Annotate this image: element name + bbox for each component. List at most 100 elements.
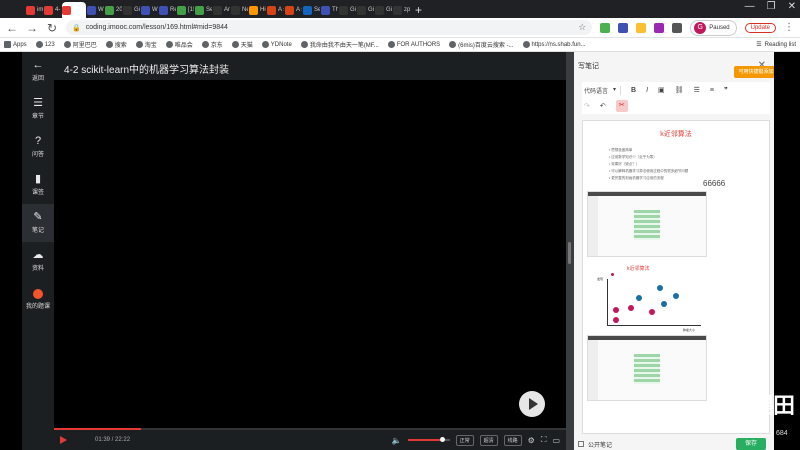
bookmark-favicon-icon	[201, 41, 209, 48]
browser-tab[interactable]: [1!	[177, 2, 194, 18]
extension-icon[interactable]	[600, 22, 611, 33]
extension-icon[interactable]	[636, 22, 647, 33]
bookmark-item[interactable]: 阿里巴巴	[63, 40, 97, 49]
new-tab-button[interactable]: +	[415, 2, 422, 18]
bookmark-item[interactable]: 搜索	[105, 40, 127, 49]
sidebar-item-label: 课签	[31, 190, 44, 196]
sidebar-item-tags[interactable]: ▮ 课签	[22, 166, 54, 204]
tab-favicon-icon	[177, 5, 186, 15]
splitter-grip[interactable]	[568, 242, 571, 264]
clear-format-icon[interactable]: ✂	[615, 100, 628, 112]
browser-tab[interactable]	[62, 2, 86, 18]
sidebar-item-back[interactable]: ← 返回	[22, 52, 54, 90]
numbered-list-icon[interactable]: ≡	[710, 87, 714, 94]
browser-tab[interactable]: Wi	[141, 2, 158, 18]
bookmark-star-icon[interactable]: ☆	[578, 22, 586, 33]
bookmark-item[interactable]: 我命由我不由天一笔(MF...	[300, 40, 379, 49]
update-button[interactable]: Update	[744, 22, 776, 33]
close-icon[interactable]: ✕	[788, 1, 796, 12]
sidebar-item-qa[interactable]: ? 问答	[22, 128, 54, 166]
save-note-button[interactable]: 保存	[736, 438, 766, 450]
video-player[interactable]: 4-2 scikit-learn中的机器学习算法封装 01:39 / 22:22…	[54, 52, 566, 450]
reading-list-button[interactable]: ☰ Reading list	[756, 41, 796, 49]
undo-icon[interactable]: ↶	[600, 102, 606, 110]
browser-tab[interactable]: Git	[339, 2, 356, 18]
maximize-icon[interactable]: ❐	[767, 1, 776, 12]
address-bar[interactable]: 🔒 coding.imooc.com/lesson/169.html#mid=9…	[66, 20, 593, 35]
extension-icon[interactable]	[654, 22, 665, 33]
browser-tab[interactable]: An	[213, 2, 230, 18]
quality-button[interactable]: 超清	[479, 434, 498, 446]
browser-tab[interactable]: Se	[195, 2, 212, 18]
browser-tab[interactable]: A s	[285, 2, 302, 18]
forward-icon[interactable]: →	[26, 21, 38, 35]
bookmark-item[interactable]: (6mis)百度云搜索 -...	[449, 40, 514, 49]
browser-tab[interactable]: Se	[303, 2, 320, 18]
play-icon[interactable]	[60, 436, 67, 444]
bookmark-item[interactable]: 京东	[201, 40, 223, 49]
sidebar-item-my-courses[interactable]: 我的题课	[22, 280, 54, 318]
panel-splitter[interactable]	[566, 52, 574, 450]
shortcut-tag[interactable]: 可用快捷键添加	[734, 66, 778, 78]
sidebar-item-materials[interactable]: ☁ 资料	[22, 242, 54, 280]
browser-tab[interactable]: Git	[357, 2, 374, 18]
browser-tab[interactable]: Wi	[87, 2, 104, 18]
public-note-checkbox[interactable]	[578, 441, 584, 447]
bookmark-item[interactable]: Apps	[4, 41, 27, 48]
sidebar-item-label: 章节	[31, 114, 44, 120]
redo-icon[interactable]: ↷	[584, 102, 590, 110]
browser-tab[interactable]: Git	[123, 2, 140, 18]
back-icon[interactable]: ←	[6, 21, 18, 35]
video-timecode: 01:39 / 22:22	[95, 437, 131, 443]
image-icon[interactable]: ▣	[658, 86, 665, 94]
bookmark-item[interactable]: https://ns.shab.fun...	[522, 41, 586, 48]
bold-button[interactable]: B	[631, 87, 636, 94]
menu-dots-icon[interactable]: ⋮	[784, 22, 794, 33]
browser-tab[interactable]: imo	[26, 2, 43, 18]
sidebar-item-notes[interactable]: ✎ 笔记	[22, 204, 54, 242]
browser-tab[interactable]: Re	[159, 2, 176, 18]
browser-tab[interactable]: Ne	[231, 2, 248, 18]
volume-knob[interactable]	[440, 437, 446, 442]
picture-in-picture-icon[interactable]: ▭	[552, 436, 560, 445]
list-item: 更完整的刻画机器学习应用的流程	[609, 175, 769, 182]
extensions-puzzle-icon[interactable]	[672, 22, 683, 33]
speed-button[interactable]: 正常	[455, 434, 474, 446]
bookmark-label: 搜索	[114, 43, 127, 49]
bullet-list-icon[interactable]: ☰	[694, 86, 700, 94]
bookmark-label: 京东	[210, 43, 223, 49]
minimize-icon[interactable]: —	[745, 1, 755, 12]
code-language-select[interactable]: 代码语言 ▾	[584, 85, 622, 95]
quote-icon[interactable]: ❞	[724, 86, 728, 94]
bookmark-favicon-icon	[387, 41, 395, 48]
browser-tab[interactable]: A s	[267, 2, 284, 18]
sidebar-item-label: 我的题课	[25, 303, 50, 310]
settings-gear-icon[interactable]: ⚙	[528, 436, 535, 445]
browser-tab[interactable]: zp	[393, 2, 410, 18]
browser-tab[interactable]: Th	[321, 2, 338, 18]
bookmark-item[interactable]: 123	[35, 41, 55, 48]
browser-tab[interactable]: 20	[105, 2, 122, 18]
big-play-button[interactable]	[519, 391, 545, 417]
fullscreen-icon[interactable]: ⛶	[541, 435, 547, 445]
reload-icon[interactable]: ↻	[46, 21, 58, 35]
tab-favicon-icon	[87, 5, 96, 15]
link-icon[interactable]: ⛓	[675, 86, 684, 94]
volume-slider[interactable]	[407, 437, 450, 442]
bookmark-item[interactable]: YDNote	[261, 41, 292, 48]
notes-footer: 公开笔记 保存	[574, 438, 774, 450]
italic-button[interactable]: I	[646, 87, 648, 94]
profile-paused-button[interactable]: G Paused	[690, 19, 737, 36]
bookmark-item[interactable]: 淘宝	[135, 40, 157, 49]
browser-tab[interactable]: Hi	[249, 2, 266, 18]
browser-tab[interactable]: Git	[375, 2, 392, 18]
route-button[interactable]: 线路	[503, 434, 522, 446]
note-editor[interactable]: k近邻算法 思想极度简单应用数学知识少（近乎为零）效果好（缺点？）可以解释机器学…	[582, 120, 770, 434]
bookmark-item[interactable]: 唯品会	[165, 40, 193, 49]
browser-tab[interactable]: 4-	[44, 2, 61, 18]
bookmark-item[interactable]: FOR AUTHORS	[387, 41, 440, 48]
sidebar-item-chapters[interactable]: ☰ 章节	[22, 90, 54, 128]
extension-icon[interactable]	[618, 22, 629, 33]
volume-icon[interactable]: 🔈	[392, 436, 402, 445]
bookmark-item[interactable]: 天猫	[231, 40, 253, 49]
